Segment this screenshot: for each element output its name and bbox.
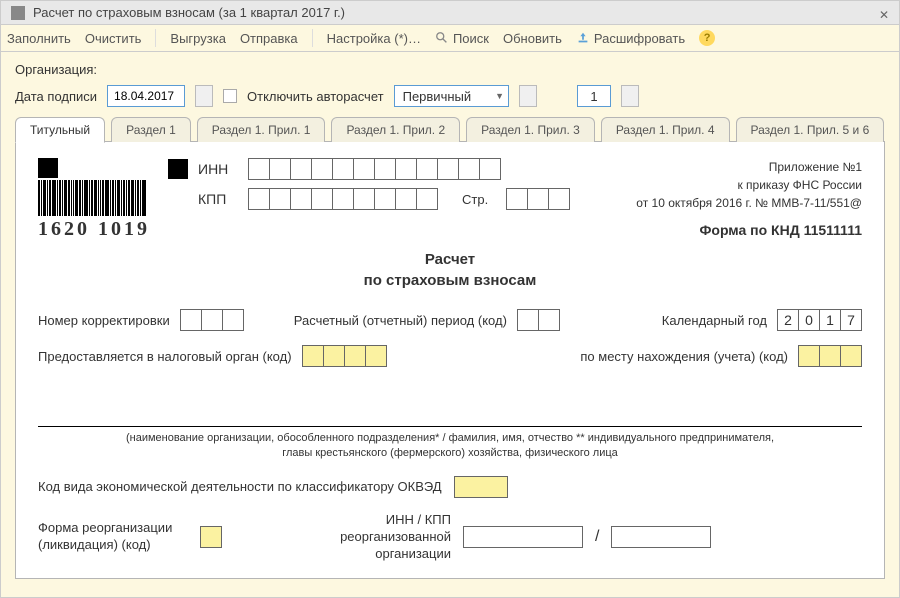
search-label: Поиск bbox=[453, 31, 489, 46]
tab-section-1-app-3[interactable]: Раздел 1. Прил. 3 bbox=[466, 117, 595, 142]
year-cells[interactable]: 2017 bbox=[777, 309, 862, 331]
window-titlebar: Расчет по страховым взносам (за 1 кварта… bbox=[0, 0, 900, 24]
fill-button[interactable]: Заполнить bbox=[7, 31, 71, 46]
page-cells[interactable] bbox=[506, 188, 570, 210]
period-cells[interactable] bbox=[517, 309, 560, 331]
place-cells[interactable] bbox=[798, 345, 862, 367]
tab-section-1-app-2[interactable]: Раздел 1. Прил. 2 bbox=[331, 117, 460, 142]
slash: / bbox=[595, 528, 599, 546]
decrypt-label: Расшифровать bbox=[594, 31, 685, 46]
correction-action-button[interactable] bbox=[621, 85, 639, 107]
org-name-line[interactable] bbox=[38, 409, 862, 427]
form-title: Расчет по страховым взносам bbox=[38, 249, 862, 291]
chevron-down-icon: ▼ bbox=[495, 91, 504, 101]
reorg-form-label: Форма реорганизации (ликвидация) (код) bbox=[38, 520, 188, 554]
decrypt-button[interactable]: Расшифровать bbox=[576, 31, 685, 46]
kpp-label: КПП bbox=[198, 191, 238, 207]
tab-section-1[interactable]: Раздел 1 bbox=[111, 117, 191, 142]
reorg-code-cell[interactable] bbox=[200, 526, 222, 548]
doc-type-dropdown[interactable]: Первичный ▼ bbox=[394, 85, 509, 107]
sign-date-input[interactable] bbox=[107, 85, 185, 107]
correction-number-box[interactable]: 1 bbox=[577, 85, 611, 107]
autocalc-label: Отключить авторасчет bbox=[247, 89, 384, 104]
tab-section-1-app-5-6[interactable]: Раздел 1. Прил. 5 и 6 bbox=[736, 117, 885, 142]
window-title: Расчет по страховым взносам (за 1 кварта… bbox=[33, 5, 345, 20]
correction-label: Номер корректировки bbox=[38, 313, 170, 328]
settings-button[interactable]: Настройка (*)… bbox=[327, 31, 421, 46]
app-icon bbox=[11, 6, 25, 20]
kpp-cells[interactable] bbox=[248, 188, 438, 210]
form-panel: 1620 1019 ИНН КПП Стр. bbox=[15, 141, 885, 579]
barcode-number: 1620 1019 bbox=[38, 218, 150, 241]
tab-title[interactable]: Титульный bbox=[15, 117, 105, 143]
okved-label: Код вида экономической деятельности по к… bbox=[38, 479, 442, 494]
date-picker-button[interactable] bbox=[195, 85, 213, 107]
year-label: Календарный год bbox=[662, 313, 767, 328]
doc-type-action-button[interactable] bbox=[519, 85, 537, 107]
autocalc-checkbox[interactable] bbox=[223, 89, 237, 103]
search-button[interactable]: Поиск bbox=[435, 31, 489, 46]
order-reference: Приложение №1 к приказу ФНС России от 10… bbox=[612, 158, 862, 241]
inn-label: ИНН bbox=[198, 161, 238, 177]
decrypt-icon bbox=[576, 31, 590, 45]
separator bbox=[155, 29, 156, 47]
period-label: Расчетный (отчетный) период (код) bbox=[294, 313, 507, 328]
tab-section-1-app-4[interactable]: Раздел 1. Прил. 4 bbox=[601, 117, 730, 142]
toolbar: Заполнить Очистить Выгрузка Отправка Нас… bbox=[0, 24, 900, 52]
search-icon bbox=[435, 31, 449, 45]
doc-type-value: Первичный bbox=[403, 89, 472, 104]
barcode: 1620 1019 bbox=[38, 158, 150, 241]
tax-office-label: Предоставляется в налоговый орган (код) bbox=[38, 349, 292, 364]
marker-square bbox=[168, 159, 188, 179]
tab-section-1-app-1[interactable]: Раздел 1. Прил. 1 bbox=[197, 117, 326, 142]
reorg-inn-kpp-label: ИНН / КПП реорганизованной организации bbox=[276, 512, 451, 563]
okved-input[interactable] bbox=[454, 476, 508, 498]
export-button[interactable]: Выгрузка bbox=[170, 31, 226, 46]
clear-button[interactable]: Очистить bbox=[85, 31, 142, 46]
org-label: Организация: bbox=[15, 62, 885, 77]
place-label: по месту нахождения (учета) (код) bbox=[580, 349, 788, 364]
page-label: Стр. bbox=[462, 192, 488, 207]
reorg-inn-input[interactable] bbox=[463, 526, 583, 548]
send-button[interactable]: Отправка bbox=[240, 31, 298, 46]
knd-code: Форма по КНД 11511111 bbox=[612, 220, 862, 241]
sign-date-label: Дата подписи bbox=[15, 89, 97, 104]
org-name-note: (наименование организации, обособленного… bbox=[38, 431, 862, 462]
inn-cells[interactable] bbox=[248, 158, 501, 180]
correction-cells[interactable] bbox=[180, 309, 244, 331]
refresh-button[interactable]: Обновить bbox=[503, 31, 562, 46]
tax-office-cells[interactable] bbox=[302, 345, 387, 367]
separator bbox=[312, 29, 313, 47]
help-icon[interactable]: ? bbox=[699, 30, 715, 46]
close-icon[interactable]: ✕ bbox=[879, 8, 889, 18]
tabs: Титульный Раздел 1 Раздел 1. Прил. 1 Раз… bbox=[15, 117, 885, 142]
reorg-kpp-input[interactable] bbox=[611, 526, 711, 548]
